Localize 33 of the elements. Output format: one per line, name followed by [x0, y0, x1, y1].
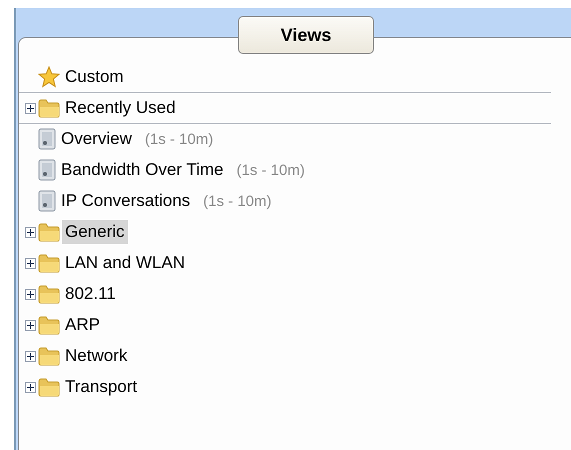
folder-icon: [38, 253, 60, 273]
tree-item-label[interactable]: Overview: [58, 127, 135, 151]
time-range: (1s - 10m): [203, 192, 272, 210]
star-icon: [38, 66, 60, 88]
folder-icon: [38, 346, 60, 366]
tree-item-label[interactable]: Transport: [62, 375, 140, 399]
expand-toggle[interactable]: [25, 288, 36, 300]
document-icon: [38, 159, 56, 181]
time-range: (1s - 10m): [236, 162, 305, 178]
folder-icon: [38, 98, 60, 118]
folder-icon: [38, 222, 60, 242]
folder-icon: [38, 315, 60, 335]
time-range: (1s - 10m): [144, 130, 214, 148]
tree-item-label[interactable]: LAN and WLAN: [62, 251, 188, 275]
document-icon: [38, 128, 56, 150]
tree-item-label[interactable]: Custom: [62, 65, 127, 89]
panel-title: Views: [238, 16, 374, 54]
folder-icon: [38, 377, 60, 397]
expand-toggle[interactable]: [25, 320, 36, 330]
expand-toggle[interactable]: [25, 258, 36, 268]
expand-toggle[interactable]: [25, 382, 36, 392]
tree-item-label[interactable]: 802.11: [62, 282, 119, 306]
expand-toggle[interactable]: [25, 350, 36, 362]
tree-item-label[interactable]: ARP: [62, 313, 103, 337]
tree-item-label[interactable]: Generic: [62, 220, 128, 244]
folder-icon: [38, 284, 60, 304]
expand-toggle[interactable]: [25, 102, 36, 114]
expand-toggle[interactable]: [25, 226, 36, 238]
tree-item-label[interactable]: IP Conversations: [58, 189, 194, 213]
tree-item-label[interactable]: Bandwidth Over Time: [58, 158, 227, 182]
tree-item-label[interactable]: Network: [62, 344, 130, 368]
tree-item-label[interactable]: Recently Used: [62, 96, 179, 120]
document-icon: [38, 190, 56, 212]
